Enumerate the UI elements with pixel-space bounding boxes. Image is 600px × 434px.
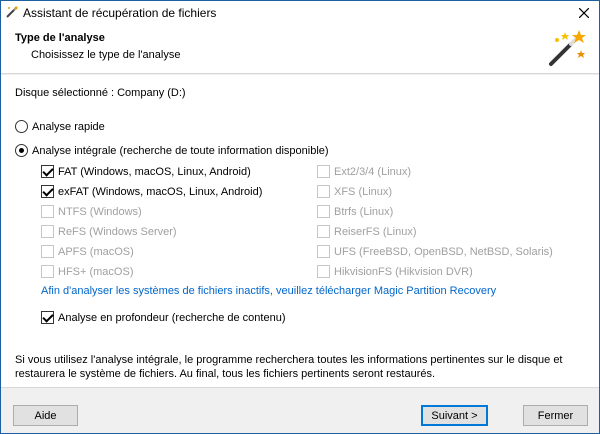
fs-label-refs: ReFS (Windows Server)	[58, 225, 177, 238]
fs-checkbox-apfs[interactable]: APFS (macOS)	[41, 245, 134, 258]
partition-recovery-link[interactable]: Afin d'analyser les systèmes de fichiers…	[41, 285, 496, 297]
fs-checkbox-hfsplus[interactable]: HFS+ (macOS)	[41, 265, 133, 278]
fs-checkbox-fat[interactable]: FAT (Windows, macOS, Linux, Android)	[41, 165, 251, 178]
full-scan-radio-circle[interactable]	[15, 144, 28, 157]
fs-checkbox-xfs-box[interactable]	[317, 185, 330, 198]
fs-checkbox-ufs[interactable]: UFS (FreeBSD, OpenBSD, NetBSD, Solaris)	[317, 245, 553, 258]
fs-checkbox-xfs[interactable]: XFS (Linux)	[317, 185, 392, 198]
help-button[interactable]: Aide	[13, 405, 78, 426]
fs-checkbox-ext[interactable]: Ext2/3/4 (Linux)	[317, 165, 411, 178]
deep-scan-label: Analyse en profondeur (recherche de cont…	[58, 311, 286, 324]
window-title: Assistant de récupération de fichiers	[23, 6, 217, 20]
info-text: Si vous utilisez l'analyse intégrale, le…	[15, 354, 563, 380]
quick-scan-label: Analyse rapide	[32, 120, 105, 133]
deep-scan-checkbox[interactable]: Analyse en profondeur (recherche de cont…	[41, 311, 285, 324]
next-button[interactable]: Suivant >	[421, 405, 488, 426]
wizard-window: Assistant de récupération de fichiers Ty…	[0, 0, 600, 434]
fs-checkbox-reiserfs-box[interactable]	[317, 225, 330, 238]
page-subtitle: Choisissez le type de l'analyse	[31, 49, 181, 61]
fs-label-hfsplus: HFS+ (macOS)	[58, 265, 134, 278]
fs-checkbox-ext-box[interactable]	[317, 165, 330, 178]
fs-checkbox-ntfs[interactable]: NTFS (Windows)	[41, 205, 142, 218]
page-title: Type de l'analyse	[15, 32, 105, 44]
full-scan-radio[interactable]: Analyse intégrale (recherche de toute in…	[15, 144, 329, 157]
wizard-header: Type de l'analyse Choisissez le type de …	[1, 24, 599, 74]
close-icon	[579, 7, 589, 18]
quick-scan-radio-circle[interactable]	[15, 120, 28, 133]
fs-checkbox-hikvisionfs[interactable]: HikvisionFS (Hikvision DVR)	[317, 265, 473, 278]
fs-checkbox-exfat[interactable]: exFAT (Windows, macOS, Linux, Android)	[41, 185, 262, 198]
fs-label-hikvisionfs: HikvisionFS (Hikvision DVR)	[334, 265, 473, 278]
fs-checkbox-hfsplus-box[interactable]	[41, 265, 54, 278]
full-scan-label: Analyse intégrale (recherche de toute in…	[32, 144, 329, 157]
fs-checkbox-exfat-box[interactable]	[41, 185, 54, 198]
close-dialog-button[interactable]: Fermer	[523, 405, 588, 426]
deep-scan-checkbox-box[interactable]	[41, 311, 54, 324]
fs-label-ntfs: NTFS (Windows)	[58, 205, 142, 218]
fs-checkbox-hikvisionfs-box[interactable]	[317, 265, 330, 278]
selected-disk-label: Disque sélectionné : Company (D:)	[15, 87, 186, 99]
magic-wand-icon	[543, 26, 587, 70]
fs-checkbox-refs-box[interactable]	[41, 225, 54, 238]
fs-checkbox-btrfs-box[interactable]	[317, 205, 330, 218]
fs-label-exfat: exFAT (Windows, macOS, Linux, Android)	[58, 185, 263, 198]
fs-label-ext: Ext2/3/4 (Linux)	[334, 165, 412, 178]
fs-checkbox-apfs-box[interactable]	[41, 245, 54, 258]
fs-checkbox-ufs-box[interactable]	[317, 245, 330, 258]
fs-checkbox-fat-box[interactable]	[41, 165, 54, 178]
fs-label-btrfs: Btrfs (Linux)	[334, 205, 394, 218]
close-button[interactable]	[569, 1, 599, 24]
fs-checkbox-refs[interactable]: ReFS (Windows Server)	[41, 225, 177, 238]
fs-label-apfs: APFS (macOS)	[58, 245, 134, 258]
quick-scan-radio[interactable]: Analyse rapide	[15, 120, 105, 133]
fs-label-reiserfs: ReiserFS (Linux)	[334, 225, 417, 238]
fs-checkbox-reiserfs[interactable]: ReiserFS (Linux)	[317, 225, 417, 238]
content-area: Disque sélectionné : Company (D:) Analys…	[1, 75, 599, 387]
fs-label-ufs: UFS (FreeBSD, OpenBSD, NetBSD, Solaris)	[334, 245, 553, 258]
fs-label-xfs: XFS (Linux)	[334, 185, 393, 198]
fs-checkbox-ntfs-box[interactable]	[41, 205, 54, 218]
fs-checkbox-btrfs[interactable]: Btrfs (Linux)	[317, 205, 393, 218]
app-icon	[5, 5, 19, 19]
title-bar: Assistant de récupération de fichiers	[1, 1, 599, 24]
wizard-footer: Aide Suivant > Fermer	[1, 387, 599, 433]
fs-label-fat: FAT (Windows, macOS, Linux, Android)	[58, 165, 251, 178]
